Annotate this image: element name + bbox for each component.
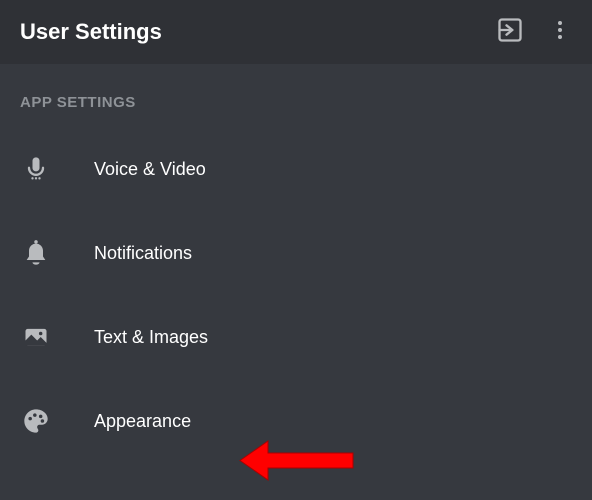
settings-item-text-images[interactable]: Text & Images [0,295,592,379]
settings-item-label: Appearance [94,411,191,432]
more-button[interactable] [548,18,572,47]
settings-item-appearance[interactable]: Appearance [0,379,592,463]
settings-item-label: Voice & Video [94,159,206,180]
settings-item-label: Notifications [94,243,192,264]
image-icon [20,321,52,353]
more-vertical-icon [548,18,572,47]
page-title: User Settings [20,19,162,45]
section-label: APP SETTINGS [0,64,592,127]
exit-icon [496,16,524,49]
bell-icon [20,237,52,269]
exit-button[interactable] [496,16,524,49]
settings-item-label: Text & Images [94,327,208,348]
header: User Settings [0,0,592,64]
settings-list: Voice & Video Notifications Text & Image… [0,127,592,463]
header-actions [496,16,572,49]
microphone-icon [20,153,52,185]
palette-icon [20,405,52,437]
settings-item-voice-video[interactable]: Voice & Video [0,127,592,211]
settings-item-notifications[interactable]: Notifications [0,211,592,295]
